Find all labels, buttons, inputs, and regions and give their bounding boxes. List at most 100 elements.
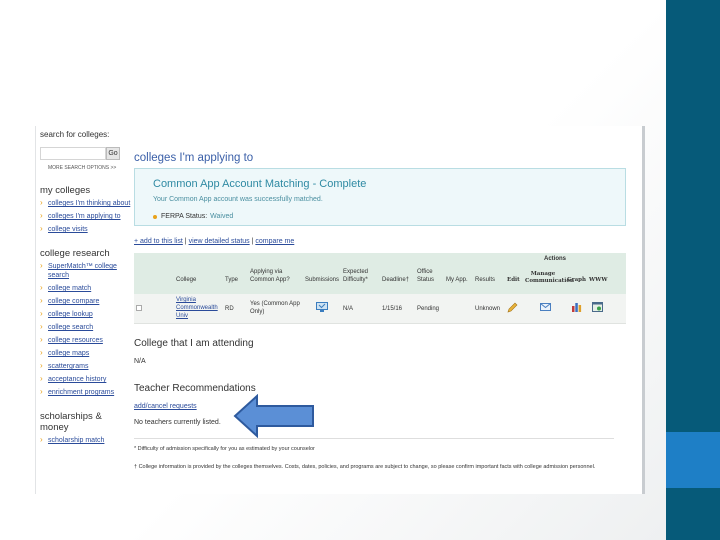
website-icon[interactable] xyxy=(592,302,603,314)
search-label: search for colleges: xyxy=(40,130,110,139)
page-title: colleges I'm applying to xyxy=(134,152,254,164)
ferpa-label: FERPA Status: xyxy=(161,213,208,220)
graph-icon[interactable] xyxy=(571,302,582,314)
col-graph: Graph xyxy=(567,277,587,283)
cell-results: Unknown xyxy=(475,306,501,312)
go-button[interactable]: Go xyxy=(106,147,120,160)
sidebar-item-college-compare[interactable]: › college compare xyxy=(40,297,132,306)
submissions-icon[interactable] xyxy=(316,302,328,315)
scholarships-heading: scholarships & money xyxy=(40,411,102,433)
cell-type: RD xyxy=(225,306,234,312)
match-message: Your Common App account was successfully… xyxy=(153,196,323,203)
no-teachers-text: No teachers currently listed. xyxy=(134,419,221,426)
col-office-status: Office Status xyxy=(417,269,435,283)
sidebar-item-label[interactable]: college compare xyxy=(48,297,99,306)
sidebar-item-supermatch[interactable]: › SuperMatch™ college search xyxy=(40,262,132,280)
cell-deadline: 1/15/16 xyxy=(382,306,403,312)
add-cancel-requests-link[interactable]: add/cancel requests xyxy=(134,403,197,410)
more-search-options-link[interactable]: MORE SEARCH OPTIONS >> xyxy=(48,165,132,171)
divider xyxy=(134,438,614,439)
col-edit: Edit xyxy=(507,277,520,283)
sidebar-item-label[interactable]: colleges I'm applying to xyxy=(48,212,121,221)
match-title: Common App Account Matching - Complete xyxy=(153,178,366,190)
col-manage: Manage Communication xyxy=(525,271,574,284)
arrow-icon: › xyxy=(40,335,43,344)
sidebar-item-label[interactable]: college maps xyxy=(48,349,89,358)
common-app-match-box: Common App Account Matching - Complete Y… xyxy=(134,168,626,226)
arrow-icon: › xyxy=(40,296,43,305)
sidebar-item-label[interactable]: acceptance history xyxy=(48,375,106,384)
bullet-icon xyxy=(153,214,157,219)
match-status: - Complete xyxy=(309,178,367,190)
naviance-screenshot: search for colleges: Go MORE SEARCH OPTI… xyxy=(35,126,645,494)
row-checkbox[interactable] xyxy=(136,305,142,311)
attending-value: N/A xyxy=(134,358,146,365)
sidebar-item-acceptance-history[interactable]: › acceptance history xyxy=(40,375,132,384)
pencil-icon[interactable] xyxy=(507,302,518,315)
sidebar-item-college-lookup[interactable]: › college lookup xyxy=(40,310,132,319)
colleges-table: Actions College Type Applying via Common… xyxy=(134,253,626,324)
envelope-icon[interactable] xyxy=(540,303,551,313)
col-submissions: Submissions xyxy=(305,277,340,283)
arrow-icon: › xyxy=(40,374,43,383)
arrow-icon: › xyxy=(40,283,43,292)
arrow-icon: › xyxy=(40,348,43,357)
college-research-heading: college research xyxy=(40,248,110,259)
arrow-icon: › xyxy=(40,224,43,233)
ferpa-status: FERPA Status: Waived xyxy=(153,213,233,220)
col-type: Type xyxy=(225,277,239,283)
left-arrow-icon xyxy=(233,393,315,443)
arrow-icon: › xyxy=(40,198,43,207)
match-title-text: Common App Account Matching xyxy=(153,178,310,190)
arrow-icon: › xyxy=(40,387,43,396)
sidebar-item-college-visits[interactable]: › college visits xyxy=(40,225,132,234)
attending-heading: College that I am attending xyxy=(134,338,254,349)
difficulty-footnote: * Difficulty of admission specifically f… xyxy=(134,446,315,452)
teacher-recommendations-heading: Teacher Recommendations xyxy=(134,383,256,394)
sidebar-item-college-match[interactable]: › college match xyxy=(40,284,132,293)
college-name-link[interactable]: Virginia Commonwealth Univ xyxy=(176,296,222,320)
sidebar-item-college-resources[interactable]: › college resources xyxy=(40,336,132,345)
slide-side-accent xyxy=(666,432,720,488)
sidebar-item-label[interactable]: college lookup xyxy=(48,310,93,319)
cell-office-status: Pending xyxy=(417,306,440,312)
col-college: College xyxy=(176,277,197,283)
sidebar-item-label[interactable]: scattergrams xyxy=(48,362,88,371)
col-www: WWW xyxy=(589,277,608,283)
col-results: Results xyxy=(475,277,496,283)
cell-applying-via: Yes (Common App Only) xyxy=(250,301,300,315)
arrow-icon: › xyxy=(40,435,43,444)
sidebar-item-label[interactable]: college visits xyxy=(48,225,88,234)
list-actions: + add to this list | view detailed statu… xyxy=(134,238,294,245)
sidebar: search for colleges: Go MORE SEARCH OPTI… xyxy=(40,130,132,449)
actions-label: Actions xyxy=(544,256,567,262)
college-info-footnote: † College information is provided by the… xyxy=(134,464,596,470)
arrow-icon: › xyxy=(40,211,43,220)
arrow-icon: › xyxy=(40,261,43,270)
sidebar-item-label[interactable]: college search xyxy=(48,323,93,332)
sidebar-item-enrichment-programs[interactable]: › enrichment programs xyxy=(40,388,132,397)
ferpa-value: Waived xyxy=(210,213,234,220)
arrow-icon: › xyxy=(40,322,43,331)
view-detailed-status-link[interactable]: view detailed status xyxy=(189,238,250,245)
sidebar-item-college-search[interactable]: › college search xyxy=(40,323,132,332)
sidebar-item-scholarship-match[interactable]: › scholarship match xyxy=(40,436,132,445)
college-search-input[interactable] xyxy=(40,147,106,160)
sidebar-item-college-maps[interactable]: › college maps xyxy=(40,349,132,358)
add-to-list-link[interactable]: + add to this list xyxy=(134,238,183,245)
sidebar-item-applying-to[interactable]: › colleges I'm applying to xyxy=(40,212,132,221)
table-row: Virginia Commonwealth Univ RD Yes (Commo… xyxy=(134,294,626,324)
sidebar-item-label[interactable]: scholarship match xyxy=(48,436,104,445)
sidebar-item-thinking-about[interactable]: › colleges I'm thinking about xyxy=(40,199,132,208)
sidebar-item-label[interactable]: enrichment programs xyxy=(48,388,114,397)
sidebar-item-scattergrams[interactable]: › scattergrams xyxy=(40,362,132,371)
search-row: Go xyxy=(40,147,132,160)
sidebar-item-label[interactable]: colleges I'm thinking about xyxy=(48,199,130,208)
sidebar-item-label[interactable]: college match xyxy=(48,284,91,293)
sidebar-item-label[interactable]: college resources xyxy=(48,336,103,345)
table-header-row: College Type Applying via Common App? Su… xyxy=(134,266,626,294)
compare-me-link[interactable]: compare me xyxy=(255,238,294,245)
my-colleges-heading: my colleges xyxy=(40,185,91,196)
sidebar-item-label[interactable]: SuperMatch™ college search xyxy=(48,262,132,280)
arrow-icon: › xyxy=(40,309,43,318)
